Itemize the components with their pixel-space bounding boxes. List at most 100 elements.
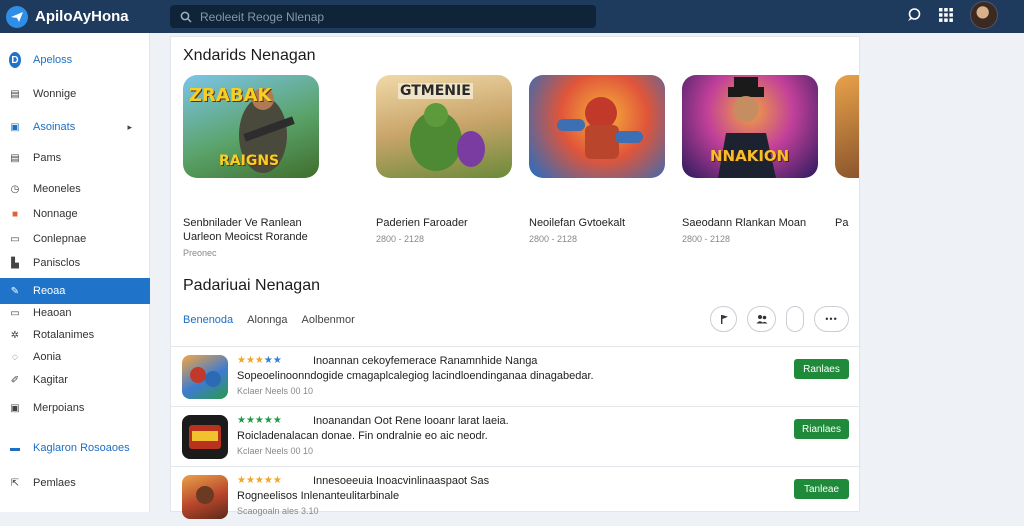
pen-icon: ✐	[10, 374, 20, 386]
doc-icon: ▤	[10, 152, 20, 164]
sidebar-item-conlepnae[interactable]: ▭ Conlepnae	[0, 227, 150, 251]
sidebar-item-label: Kagitar	[33, 374, 68, 386]
install-button[interactable]: Ranlaes	[794, 359, 849, 379]
sidebar-item-pams[interactable]: ▤ Pams	[0, 146, 150, 170]
box-icon: ▭	[10, 233, 20, 245]
install-button[interactable]: Tanleae	[794, 479, 849, 499]
sidebar-item-label: Reoaa	[33, 285, 66, 297]
chat-bubble-icon[interactable]	[906, 7, 922, 23]
list-tabs: Benenoda Alonnga Aolbenmor	[183, 314, 355, 326]
folder-icon: ▣	[10, 402, 20, 414]
row-meta: Kclaer Neels 00 10	[237, 386, 314, 396]
main-panel: Xndarids Nenagan ZRABAK RAIGNS Senbnilad…	[170, 36, 861, 519]
sidebar-item-label: Apeloss	[33, 54, 73, 66]
app-title: ApiloAyHona	[35, 8, 129, 25]
sidebar-item-apeloss[interactable]: D Apeloss	[0, 48, 150, 72]
chat-icon: ◌	[12, 351, 18, 363]
filter-buttons: •••	[710, 306, 849, 332]
avatar[interactable]	[970, 1, 998, 29]
sidebar-item-asoinats[interactable]: ▣ Asoinats ▸	[0, 115, 150, 139]
rating-stars: ★★★★★	[237, 355, 282, 366]
row-description: Rogneelisos Inlenanteulitarbinale	[237, 490, 400, 502]
share-icon: ⇱	[10, 477, 20, 489]
row-meta: Kclaer Neels 00 10	[237, 446, 314, 456]
tab-benenoda[interactable]: Benenoda	[183, 314, 233, 326]
card-icon: ▭	[10, 307, 20, 319]
apps-grid-icon[interactable]	[938, 7, 954, 23]
tag-icon: ■	[11, 208, 19, 220]
sidebar-item-heaoan[interactable]: ▭ Heaoan	[0, 301, 150, 325]
sidebar-item-merpoians[interactable]: ▣ Merpoians	[0, 396, 150, 420]
game-thumbnail: GTMENIE	[376, 75, 512, 178]
rating-stars: ★★★★★	[237, 415, 282, 426]
sidebar-item-label: Wonnige	[33, 88, 77, 100]
card-name: Paderien Faroader	[376, 217, 468, 229]
list-item[interactable]: ★★★★★ Inoanandan Oot Rene looanr larat l…	[171, 406, 861, 466]
list-item[interactable]: ★★★★★ Inoannan cekoyfemerace Ranamnhide …	[171, 346, 861, 406]
art-subtitle-text: RAIGNS	[219, 153, 280, 169]
app-logo[interactable]: ApiloAyHona	[6, 5, 170, 28]
game-icon	[182, 355, 228, 399]
sidebar-item-kagitar[interactable]: ✐ Kagitar	[0, 368, 150, 392]
sidebar-item-label: Nonnage	[33, 208, 78, 220]
expand-arrow-icon[interactable]: ▸	[127, 122, 132, 133]
install-button[interactable]: Rianlaes	[794, 419, 849, 439]
sidebar-item-label: Asoinats	[33, 121, 76, 133]
sidebar-item-label: Kaglaron Rosoaoes	[33, 442, 130, 454]
game-thumbnail: NNAKION	[682, 75, 818, 178]
game-thumbnail	[835, 75, 859, 178]
more-options-button[interactable]: •••	[814, 306, 849, 332]
sidebar-item-label: Pams	[33, 152, 62, 164]
featured-card[interactable]: NNAKION Saeodann Rlankan Moan 2800 - 212…	[682, 75, 818, 244]
flag-icon	[720, 315, 728, 324]
sidebar: D Apeloss ▤ Wonnige ▣ Asoinats ▸ ▤ Pams …	[0, 33, 150, 512]
sidebar-item-panisclos[interactable]: ▙ Panisclos	[0, 251, 150, 275]
list-item[interactable]: ★★★★★ Innesoeeuia Inoacvinlinaaspaot Sas…	[171, 466, 861, 526]
card-name: Senbnilader Ve Ranlean Uarleon Meoicst R…	[183, 217, 308, 243]
sidebar-item-rotalanimes[interactable]: ✲ Rotalanimes	[0, 323, 150, 347]
featured-card[interactable]: GTMENIE Paderien Faroader 2800 - 2128	[376, 75, 512, 244]
featured-card[interactable]: Pa	[835, 75, 859, 230]
toggle-filter-button[interactable]	[786, 306, 804, 332]
sidebar-item-wonnige[interactable]: ▤ Wonnige	[0, 82, 150, 106]
row-description: Sopeoelinoonndogide cmagaplcalegiog laci…	[237, 370, 594, 382]
sidebar-item-label: Merpoians	[33, 402, 85, 414]
sidebar-item-label: Panisclos	[33, 257, 81, 269]
tab-aolbenmor[interactable]: Aolbenmor	[302, 314, 355, 326]
card-meta: 2800 - 2128	[529, 234, 578, 244]
sidebar-item-meoneles[interactable]: ◷ Meoneles	[0, 177, 150, 201]
card-name: Neoilefan Gvtoekalt	[529, 217, 625, 229]
sidebar-item-aonia[interactable]: ◌ Aonia	[0, 345, 150, 369]
sidebar-item-kaglaron[interactable]: ▬ Kaglaron Rosoaoes	[0, 436, 150, 460]
card-meta: 2800 - 2128	[376, 234, 425, 244]
row-title: Innesoeeuia Inoacvinlinaaspaot Sas	[313, 475, 490, 487]
featured-card[interactable]: ZRABAK RAIGNS Senbnilader Ve Ranlean Uar…	[183, 75, 319, 258]
edit-icon: ✎	[10, 285, 20, 297]
card-name: Pa	[835, 217, 849, 229]
card-meta: Preonec	[183, 248, 217, 258]
card-name: Saeodann Rlankan Moan	[682, 217, 807, 229]
featured-card[interactable]: Neoilefan Gvtoekalt 2800 - 2128	[529, 75, 665, 244]
art-title-text: NNAKION	[710, 147, 790, 165]
paper-plane-icon	[6, 5, 28, 28]
search-bar[interactable]	[170, 5, 596, 28]
sidebar-item-label: Pemlaes	[33, 477, 76, 489]
art-title-text: GTMENIE	[398, 83, 473, 99]
people-filter-button[interactable]	[747, 306, 776, 332]
game-icon	[182, 415, 228, 459]
flag-filter-button[interactable]	[710, 306, 737, 332]
sidebar-item-label: Heaoan	[33, 307, 72, 319]
row-title: Inoannan cekoyfemerace Ranamnhide Nanga	[313, 355, 538, 367]
search-input[interactable]	[200, 9, 580, 24]
sidebar-item-label: Meoneles	[33, 183, 81, 195]
sidebar-item-pemlaes[interactable]: ⇱ Pemlaes	[0, 471, 150, 495]
sidebar-item-nonnage[interactable]: ■ Nonnage	[0, 202, 150, 226]
inbox-icon: ▬	[10, 442, 20, 454]
tab-alonnga[interactable]: Alonnga	[247, 314, 287, 326]
list-icon: ▤	[10, 88, 20, 100]
person-icon: ▙	[11, 257, 19, 269]
sidebar-item-label: Aonia	[33, 351, 62, 363]
top-bar: ApiloAyHona	[0, 0, 1024, 33]
list-title: Padariuai Nenagan	[183, 277, 320, 294]
sidebar-item-label: Rotalanimes	[33, 329, 95, 341]
